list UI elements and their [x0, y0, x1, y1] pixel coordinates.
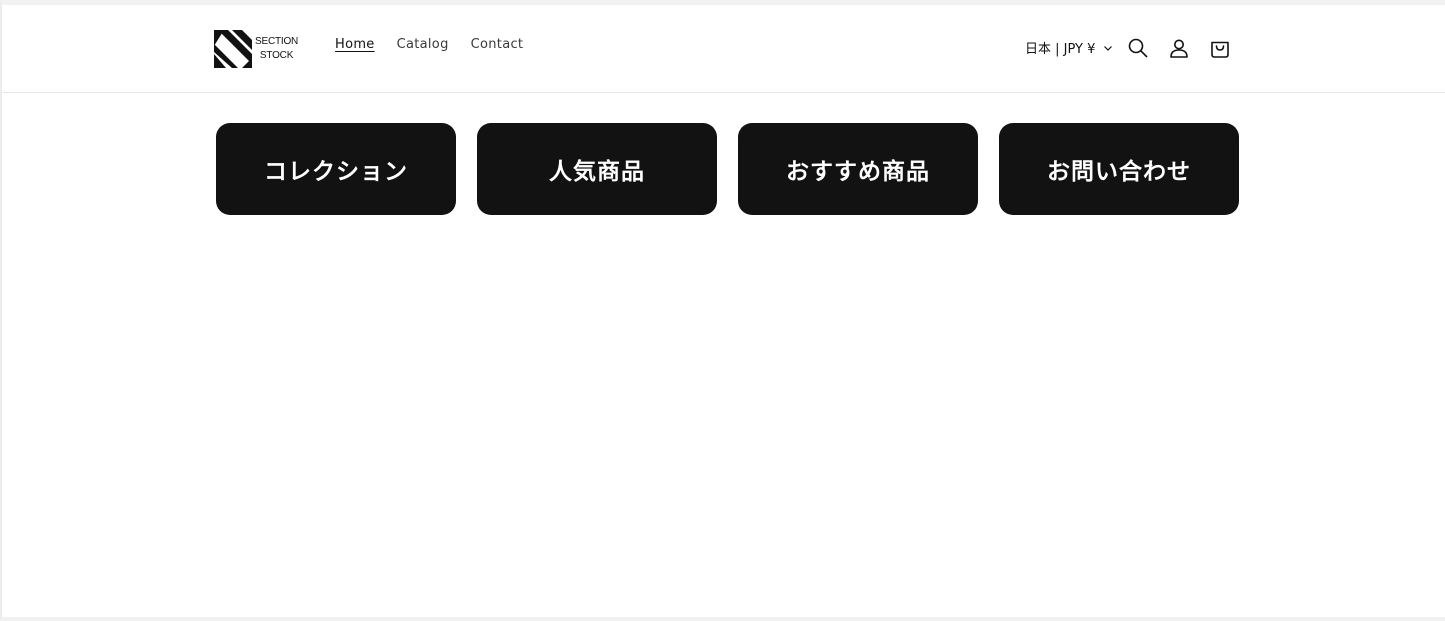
tile-collection[interactable]: コレクション	[216, 123, 456, 215]
nav-link-contact[interactable]: Contact	[471, 37, 524, 52]
tile-contact[interactable]: お問い合わせ	[999, 123, 1239, 215]
site-logo[interactable]: SECTION STOCK	[214, 29, 300, 69]
logo-text: SECTION STOCK	[255, 35, 298, 63]
main-nav: Home Catalog Contact	[335, 37, 523, 52]
diagonal-stripes-logo-icon	[214, 30, 252, 68]
chevron-down-icon	[1104, 45, 1113, 51]
category-tiles: コレクション 人気商品 おすすめ商品 お問い合わせ	[216, 123, 1239, 215]
cart-icon	[1211, 41, 1229, 58]
cart-button[interactable]	[1207, 35, 1233, 61]
site-header: SECTION STOCK Home Catalog Contact 日本 | …	[2, 5, 1445, 93]
nav-link-home[interactable]: Home	[335, 37, 375, 52]
currency-label: 日本 | JPY ¥	[1025, 42, 1096, 57]
account-button[interactable]	[1166, 35, 1192, 61]
logo-line-2: STOCK	[259, 50, 294, 61]
account-icon	[1170, 39, 1188, 58]
search-button[interactable]	[1125, 35, 1151, 61]
browser-frame: SECTION STOCK Home Catalog Contact 日本 | …	[0, 0, 1445, 621]
logo-line-1: SECTION	[255, 36, 299, 47]
tile-recommended-products[interactable]: おすすめ商品	[738, 123, 978, 215]
search-icon	[1128, 38, 1148, 58]
tile-popular-products[interactable]: 人気商品	[477, 123, 717, 215]
nav-link-catalog[interactable]: Catalog	[397, 37, 449, 52]
country-currency-selector[interactable]: 日本 | JPY ¥	[1025, 38, 1113, 57]
